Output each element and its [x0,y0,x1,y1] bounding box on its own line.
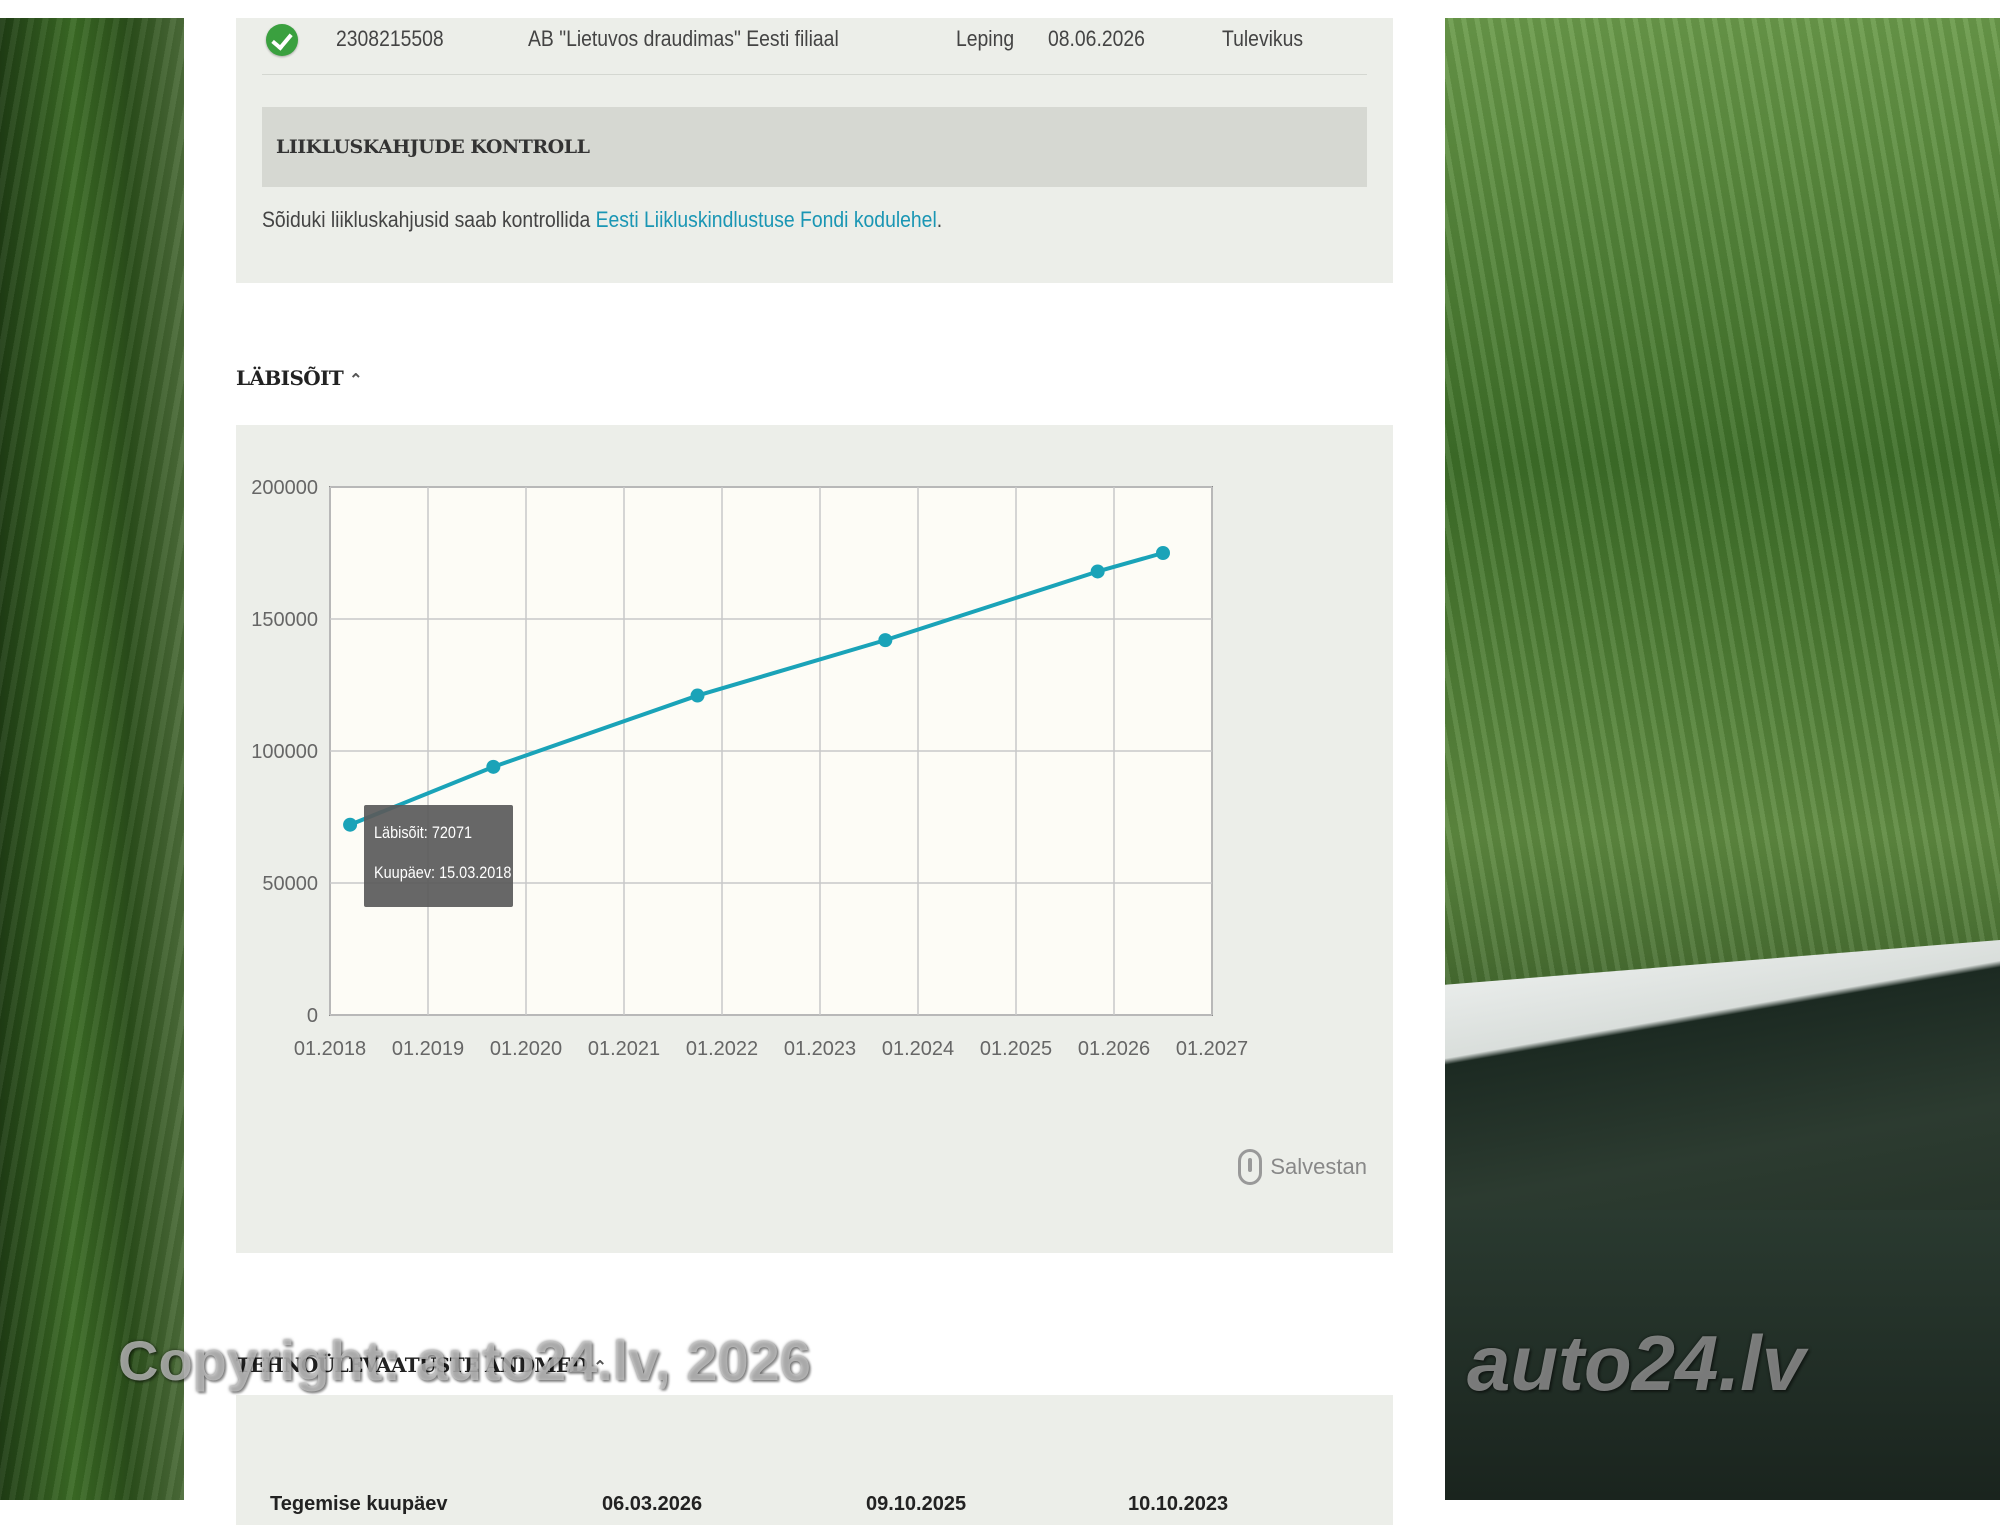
collapse-icon[interactable]: ⌃ [349,370,362,389]
background-forest-left [0,18,184,1500]
mileage-section-title[interactable]: LÄBISÕIT ⌃ [236,366,363,390]
tooltip-mileage-label: Läbisõit: [374,823,428,842]
brand-watermark: auto24.lv [1467,1319,1806,1407]
top-bar [0,0,2000,19]
traffic-text: Sõiduki liikluskahjusid saab kontrollida… [262,205,942,235]
insurance-row: 2308215508 AB "Lietuvos draudimas" Eesti… [262,18,1367,75]
mileage-title: LÄBISÕIT [236,366,344,390]
data-point [1090,564,1105,579]
traffic-text-body: Sõiduki liikluskahjusid saab kontrollida [262,207,596,232]
insurance-type: Leping [956,26,1015,51]
mileage-chart-panel: 0 50000 100000 150000 200000 01.2018 01.2019 01… [236,425,1393,1253]
insurance-status: Tulevikus [1222,26,1304,51]
y-tick-label: 150000 [251,609,318,631]
y-tick-label: 200000 [251,477,318,499]
save-chart-button[interactable]: Salvestan [1238,1147,1367,1187]
chart-tooltip: Läbisõit: 72071 Kuupäev: 15.03.2018 [364,805,513,907]
main-content: 2308215508 AB "Lietuvos draudimas" Eesti… [184,18,1445,1525]
mileage-chart: 0 50000 100000 150000 200000 01.2018 01.2019 01… [251,477,1248,1060]
x-tick-label: 01.2023 [784,1038,856,1060]
tech-date: 09.10.2025 [866,1493,967,1515]
data-point [486,759,501,774]
insurance-number: 2308215508 [336,26,444,51]
x-tick-label: 01.2022 [686,1038,758,1060]
insurance-date: 08.06.2026 [1048,26,1145,51]
data-point [878,633,893,648]
y-tick-label: 0 [307,1005,318,1027]
copyright-watermark: Copyright: auto24.lv, 2026 [118,1329,811,1392]
tooltip-mileage-value: 72071 [431,823,473,842]
x-tick-label: 01.2026 [1078,1038,1150,1060]
data-point [343,817,358,832]
x-tick-label: 01.2020 [490,1038,562,1060]
tooltip-date-value: 15.03.2018 [439,863,512,882]
traffic-text-end: . [936,207,943,232]
insurance-panel: 2308215508 AB "Lietuvos draudimas" Eesti… [236,18,1393,283]
x-tick-label: 01.2024 [882,1038,954,1060]
traffic-fund-link[interactable]: Eesti Liikluskindlustuse Fondi kodulehel [596,207,937,232]
save-chart-label: Salvestan [1270,1154,1367,1179]
tech-row-label: Tegemise kuupäev [270,1493,448,1515]
y-tick-label: 100000 [251,741,318,763]
tech-date: 10.10.2023 [1128,1493,1229,1515]
x-tick-label: 01.2018 [294,1038,366,1060]
tooltip-date-label: Kuupäev: [374,863,436,882]
download-icon [1238,1149,1263,1185]
check-icon [266,24,298,56]
x-tick-label: 01.2025 [980,1038,1052,1060]
x-tick-label: 01.2019 [392,1038,464,1060]
tech-date: 06.03.2026 [602,1493,703,1515]
y-tick-label: 50000 [262,873,318,895]
insurer-name: AB "Lietuvos draudimas" Eesti filiaal [528,26,839,51]
data-point [1156,546,1170,560]
data-point [690,688,705,703]
traffic-heading: LIIKLUSKAHJUDE KONTROLL [262,107,1367,187]
x-tick-label: 01.2021 [588,1038,660,1060]
tech-panel: Tegemise kuupäev 06.03.2026 09.10.2025 1… [236,1395,1393,1525]
x-tick-label: 01.2027 [1176,1038,1248,1060]
